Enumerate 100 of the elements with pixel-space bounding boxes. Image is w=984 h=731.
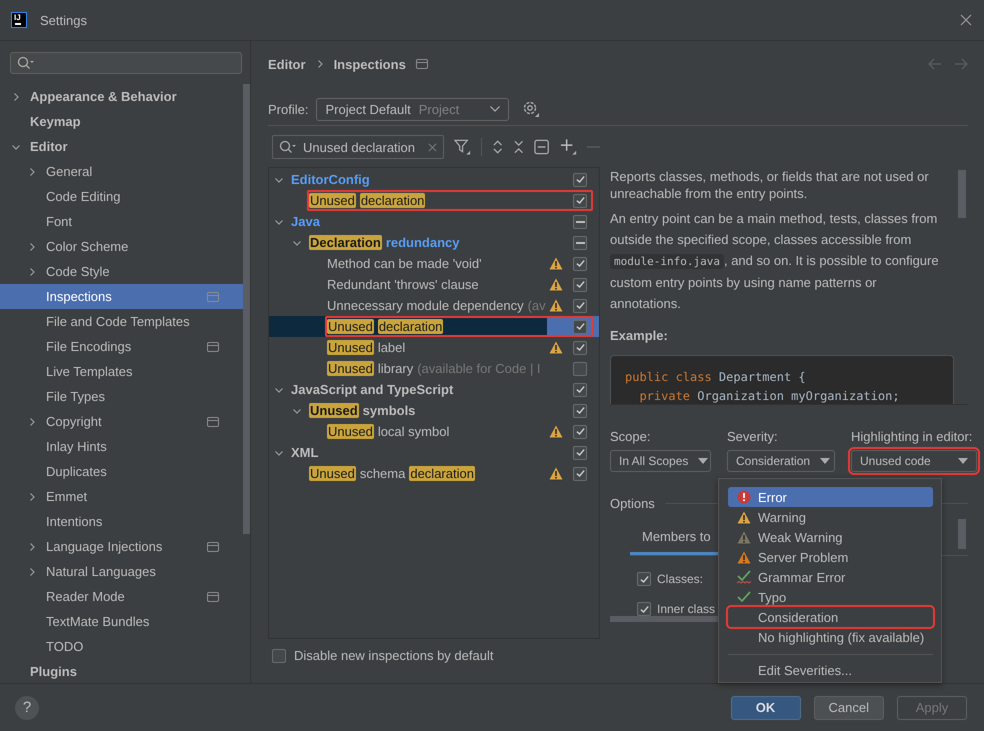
scrollbar[interactable]: [958, 519, 966, 549]
menu-item[interactable]: Warning: [728, 507, 933, 527]
tree-row[interactable]: Redundant 'throws' clause: [269, 274, 599, 295]
gear-icon[interactable]: [522, 100, 540, 118]
checkbox[interactable]: [573, 214, 587, 228]
sidebar-item[interactable]: File Encodings: [0, 334, 243, 359]
profile-dropdown[interactable]: Project Default Project: [316, 98, 510, 120]
dropdown[interactable]: Consideration: [727, 450, 835, 472]
tree-row[interactable]: Declaration redundancy: [269, 232, 599, 253]
chevron-icon[interactable]: [275, 448, 283, 456]
checkbox[interactable]: [573, 340, 587, 354]
tree-row[interactable]: Unused symbols: [269, 400, 599, 421]
sidebar-item[interactable]: File and Code Templates: [0, 309, 243, 334]
tree-row[interactable]: JavaScript and TypeScript: [269, 379, 599, 400]
clear-icon[interactable]: [428, 142, 437, 152]
sidebar-item[interactable]: Code Style: [0, 259, 243, 284]
tree-row[interactable]: EditorConfig: [269, 169, 599, 190]
close-icon[interactable]: [960, 14, 972, 26]
sidebar-item[interactable]: Inlay Hints: [0, 434, 243, 459]
sidebar-item[interactable]: Reader Mode: [0, 584, 243, 609]
breadcrumb-item[interactable]: Editor: [268, 56, 306, 72]
checkbox[interactable]: [573, 278, 587, 292]
sidebar-item[interactable]: Intentions: [0, 509, 243, 534]
tree-row[interactable]: Unused declaration: [269, 316, 599, 337]
menu-item[interactable]: Weak Warning: [728, 527, 933, 547]
checkbox[interactable]: [573, 194, 587, 208]
checkbox[interactable]: [573, 446, 587, 460]
sidebar-item[interactable]: Inspections: [0, 284, 243, 309]
help-button[interactable]: ?: [15, 696, 39, 720]
chevron-icon[interactable]: [28, 418, 36, 426]
sidebar-item[interactable]: Appearance & Behavior: [0, 84, 243, 109]
sidebar-item[interactable]: Font: [0, 209, 243, 234]
scrollbar[interactable]: [610, 616, 720, 622]
chevron-icon[interactable]: [275, 386, 283, 394]
expand-all-icon[interactable]: [492, 139, 504, 155]
sidebar-item[interactable]: Editor: [0, 134, 243, 159]
checkbox[interactable]: [573, 256, 587, 270]
dialog-button[interactable]: Cancel: [814, 696, 884, 720]
sidebar-item[interactable]: Code Editing: [0, 184, 243, 209]
chevron-icon[interactable]: [28, 268, 36, 276]
dialog-button[interactable]: OK: [730, 696, 801, 720]
sidebar-item[interactable]: TODO: [0, 634, 243, 659]
menu-item[interactable]: Error: [728, 487, 933, 507]
tree-row[interactable]: Method can be made 'void': [269, 253, 599, 274]
tree-row[interactable]: Unused declaration: [269, 190, 599, 211]
menu-item[interactable]: Server Problem: [728, 547, 933, 567]
menu-item[interactable]: Grammar Error: [728, 567, 933, 587]
dropdown[interactable]: Unused code: [851, 450, 977, 472]
tree-row[interactable]: Java: [269, 211, 599, 232]
dropdown[interactable]: In All Scopes: [610, 450, 711, 472]
menu-item[interactable]: No highlighting (fix available): [728, 627, 933, 647]
tree-row[interactable]: Unused local symbol: [269, 421, 599, 442]
chevron-icon[interactable]: [28, 168, 36, 176]
tree-row[interactable]: XML: [269, 442, 599, 463]
sidebar-item[interactable]: Color Scheme: [0, 234, 243, 259]
menu-item[interactable]: Typo: [728, 587, 933, 607]
checkbox[interactable]: [573, 172, 587, 186]
menu-item[interactable]: Consideration: [728, 607, 933, 627]
checkbox[interactable]: [573, 404, 587, 418]
tree-row[interactable]: Unnecessary module dependency (av: [269, 295, 599, 316]
sidebar-item[interactable]: Copyright: [0, 409, 243, 434]
filter-icon[interactable]: [454, 138, 471, 156]
search-field[interactable]: Unused declaration: [272, 135, 444, 159]
chevron-icon[interactable]: [12, 142, 20, 150]
sidebar-item[interactable]: File Types: [0, 384, 243, 409]
sidebar-item[interactable]: General: [0, 159, 243, 184]
sidebar-item[interactable]: Emmet: [0, 484, 243, 509]
scrollbar[interactable]: [243, 84, 250, 534]
checkbox[interactable]: [573, 298, 587, 312]
chevron-icon[interactable]: [293, 238, 301, 246]
chevron-icon[interactable]: [28, 568, 36, 576]
chevron-icon[interactable]: [28, 542, 36, 550]
sidebar-item[interactable]: Language Injections: [0, 534, 243, 559]
checkbox[interactable]: [573, 362, 587, 376]
chevron-icon[interactable]: [275, 218, 283, 226]
chevron-icon[interactable]: [12, 92, 20, 100]
sidebar-item[interactable]: Keymap: [0, 109, 243, 134]
checkbox[interactable]: [573, 320, 587, 334]
sidebar-item[interactable]: TextMate Bundles: [0, 609, 243, 634]
sidebar-item[interactable]: Duplicates: [0, 459, 243, 484]
sidebar-item[interactable]: Plugins: [0, 659, 243, 683]
chevron-icon[interactable]: [316, 60, 324, 68]
tree-row[interactable]: Unused library (available for Code | I: [269, 358, 599, 379]
checkbox[interactable]: [573, 424, 587, 438]
chevron-icon[interactable]: [28, 242, 36, 250]
chevron-icon[interactable]: [275, 176, 283, 184]
checkbox[interactable]: [637, 572, 651, 586]
tree-row[interactable]: Unused schema declaration: [269, 463, 599, 484]
minus-square-icon[interactable]: [534, 139, 550, 155]
add-icon[interactable]: [560, 138, 577, 156]
checkbox[interactable]: [573, 236, 587, 250]
sidebar-item[interactable]: Live Templates: [0, 359, 243, 384]
collapse-all-icon[interactable]: [513, 139, 524, 155]
sidebar-item[interactable]: Natural Languages: [0, 559, 243, 584]
checkbox[interactable]: [573, 382, 587, 396]
checkbox[interactable]: [637, 602, 651, 616]
chevron-icon[interactable]: [293, 406, 301, 414]
chevron-icon[interactable]: [28, 492, 36, 500]
tree-row[interactable]: Unused label: [269, 337, 599, 358]
menu-item[interactable]: Edit Severities...: [728, 660, 933, 680]
